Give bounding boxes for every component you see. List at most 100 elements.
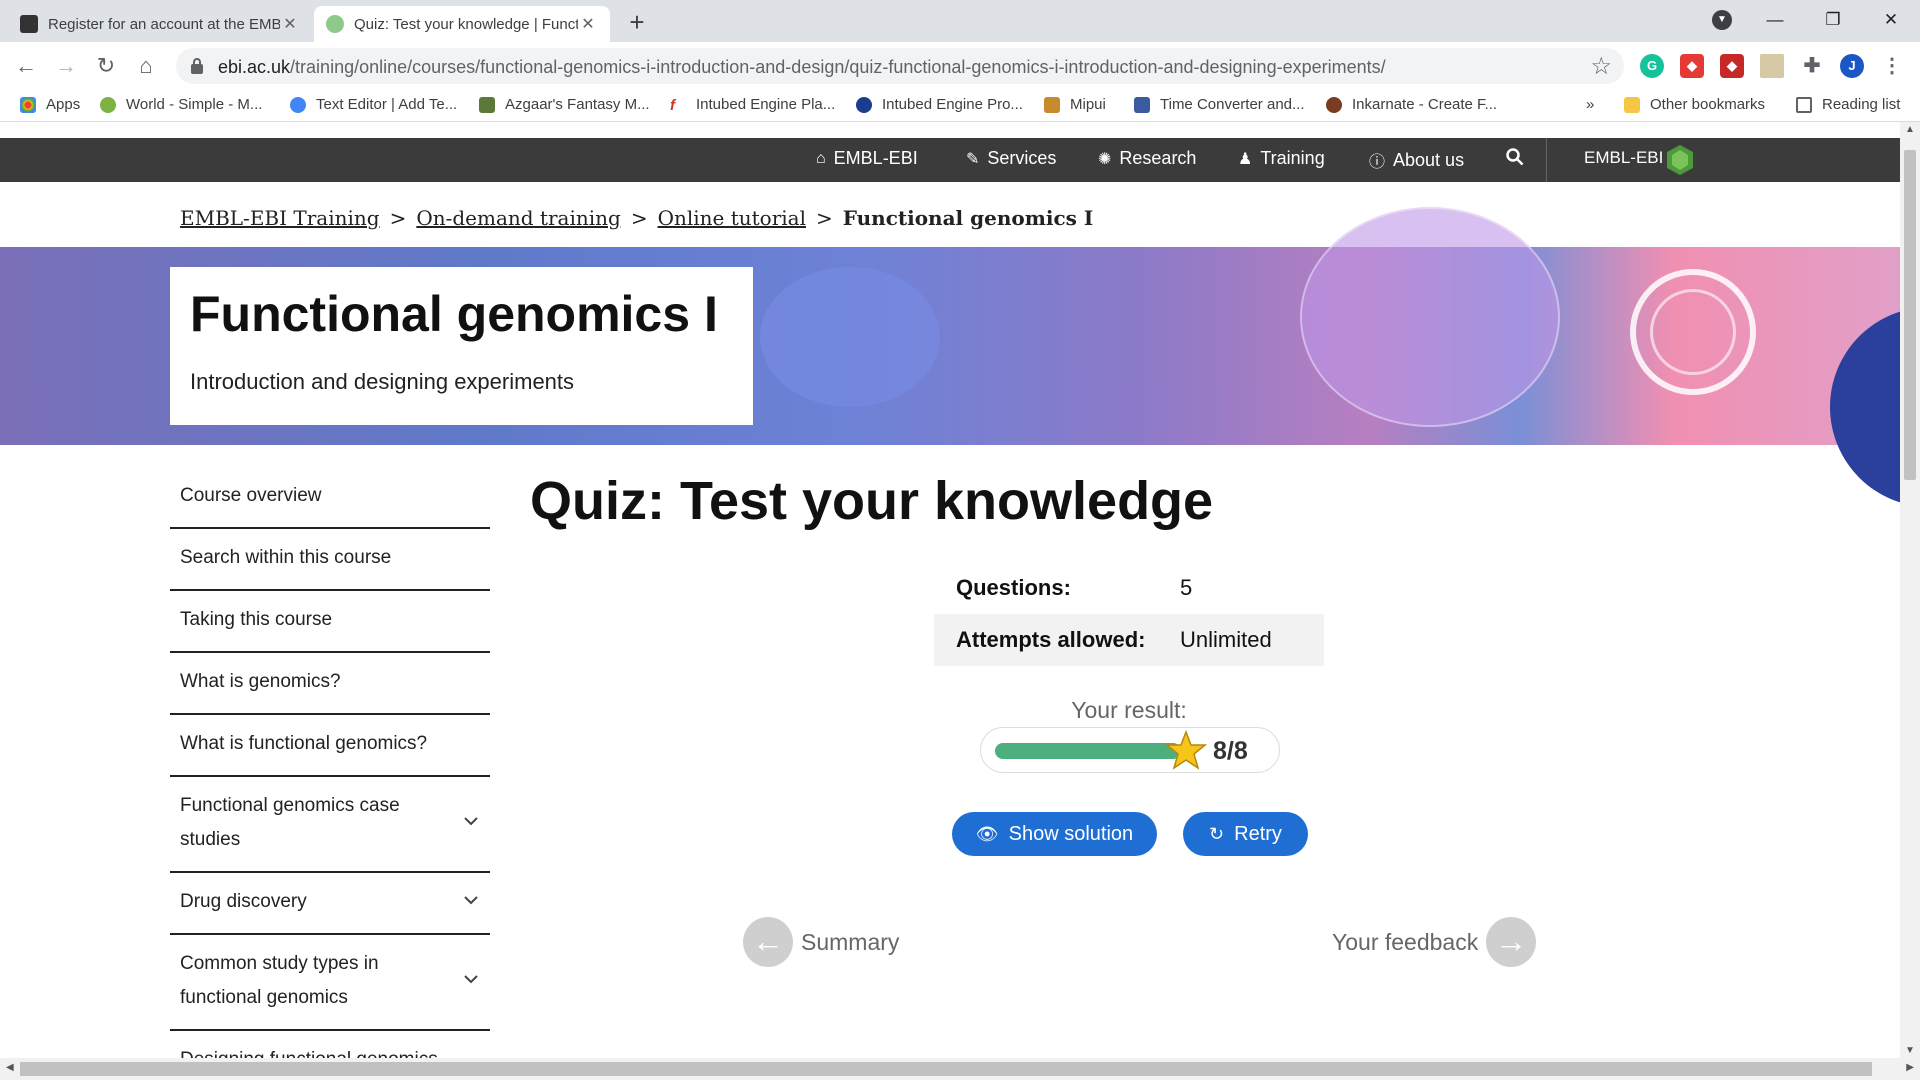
embl-ebi-brand[interactable]: EMBL-EBI <box>1584 148 1663 168</box>
sidebar-item-label: What is functional genomics? <box>180 733 428 754</box>
new-tab-button[interactable]: + <box>622 8 652 38</box>
nav-research[interactable]: ✺ Research <box>1098 148 1196 169</box>
back-arrow-icon[interactable]: ← <box>10 50 42 82</box>
tab-search-icon[interactable]: ▼ <box>1712 10 1732 30</box>
close-tab-icon[interactable]: ✕ <box>578 14 598 34</box>
bookmark-azgaar[interactable]: Azgaar's Fantasy M... <box>479 96 650 113</box>
sidebar-item-label: Functional genomics case studies <box>180 795 400 850</box>
bookmarks-overflow-button[interactable]: » <box>1586 96 1594 113</box>
minimize-button[interactable]: — <box>1752 0 1798 42</box>
page-content: ⌂ EMBL-EBI ✎ Services ✺ Research ♟ Training … <box>0 122 1900 1058</box>
other-bookmarks[interactable]: Other bookmarks <box>1624 96 1765 113</box>
sidebar-item-search[interactable]: Search within this course <box>170 529 490 591</box>
bookmark-mipui[interactable]: Mipui <box>1044 96 1106 113</box>
bookmarks-bar: Apps World - Simple - M... Text Editor |… <box>0 90 1920 122</box>
bookmark-inkarnate[interactable]: Inkarnate - Create F... <box>1326 96 1497 113</box>
scrollbar-thumb[interactable] <box>1904 150 1916 480</box>
scroll-left-icon[interactable]: ◀ <box>6 1062 14 1073</box>
tab-title: Register for an account at the EMBL-EBI <box>48 15 280 33</box>
breadcrumb-link-on-demand[interactable]: On-demand training <box>416 206 620 230</box>
scroll-down-icon[interactable]: ▼ <box>1900 1045 1920 1056</box>
bookmark-label: Intubed Engine Pro... <box>882 96 1023 113</box>
bookmark-intubed-pla[interactable]: f Intubed Engine Pla... <box>670 96 835 114</box>
bookmark-label: Other bookmarks <box>1650 96 1766 113</box>
sidebar-item-what-is-functional-genomics[interactable]: What is functional genomics? <box>170 715 490 777</box>
restore-button[interactable]: ❐ <box>1810 0 1856 42</box>
bookmark-apps[interactable]: Apps <box>20 96 80 113</box>
sidebar-item-label: Drug discovery <box>180 891 307 912</box>
sidebar-item-taking-course[interactable]: Taking this course <box>170 591 490 653</box>
address-bar[interactable]: ebi.ac.uk/training/online/courses/functi… <box>176 48 1624 84</box>
attempts-label: Attempts allowed: <box>956 627 1146 652</box>
bookmark-text-editor[interactable]: Text Editor | Add Te... <box>290 96 457 113</box>
retry-icon: ↻ <box>1209 823 1225 844</box>
sidebar-item-label: What is genomics? <box>180 671 341 692</box>
star-icon <box>1165 730 1207 770</box>
sidebar-item-label: Taking this course <box>180 609 333 630</box>
hero-decoration <box>1830 307 1900 507</box>
bookmark-label: World - Simple - M... <box>126 96 263 113</box>
profile-avatar[interactable]: J <box>1840 54 1864 78</box>
sidebar-item-course-overview[interactable]: Course overview <box>170 467 490 529</box>
bookmark-time-converter[interactable]: Time Converter and... <box>1134 96 1305 113</box>
grammarly-icon[interactable]: G <box>1640 54 1664 78</box>
scrollbar-thumb[interactable] <box>20 1062 1872 1076</box>
chevron-down-icon[interactable] <box>464 893 478 907</box>
training-icon: ♟ <box>1238 150 1253 168</box>
breadcrumb: EMBL-EBI Training > On-demand training > Onl… <box>180 206 1093 230</box>
bookmark-label: Reading list <box>1822 96 1901 113</box>
ublock-icon[interactable]: ◆ <box>1720 54 1744 78</box>
breadcrumb-separator: > <box>630 206 648 230</box>
show-solution-button[interactable]: 👁 Show solution <box>952 812 1157 856</box>
reading-list[interactable]: Reading list <box>1796 96 1900 113</box>
text-editor-icon <box>290 96 306 113</box>
home-icon[interactable]: ⌂ <box>130 50 162 82</box>
forward-arrow-icon[interactable]: → <box>50 50 82 82</box>
sidebar-item-drug-discovery[interactable]: Drug discovery <box>170 873 490 935</box>
reload-icon[interactable]: ↻ <box>90 50 122 82</box>
vertical-scrollbar[interactable]: ▲ ▼ <box>1900 122 1920 1058</box>
info-icon: ⓘ <box>1369 154 1386 171</box>
bookmark-world-simple[interactable]: World - Simple - M... <box>100 96 262 113</box>
nav-services[interactable]: ✎ Services <box>966 148 1056 169</box>
breadcrumb-link-online-tutorial[interactable]: Online tutorial <box>658 206 806 230</box>
page-title: Quiz: Test your knowledge <box>530 471 1214 531</box>
close-tab-icon[interactable]: ✕ <box>280 14 300 34</box>
sidebar-item-what-is-genomics[interactable]: What is genomics? <box>170 653 490 715</box>
extensions-puzzle-icon[interactable]: ✚ <box>1800 54 1824 78</box>
quiz-info-table: Questions: 5 Attempts allowed: Unlimited <box>934 562 1324 666</box>
scroll-up-icon[interactable]: ▲ <box>1900 124 1920 135</box>
attempts-value: Unlimited <box>1180 627 1272 652</box>
notes-extension-icon[interactable] <box>1760 54 1784 78</box>
tab-quiz[interactable]: Quiz: Test your knowledge | Functional g… <box>314 6 610 42</box>
search-icon[interactable] <box>1506 148 1524 166</box>
tab-register[interactable]: Register for an account at the EMBL-EBI … <box>8 6 312 42</box>
score-value: 8/8 <box>1213 737 1248 765</box>
horizontal-scrollbar[interactable]: ◀ ▶ <box>0 1058 1920 1080</box>
tab-title: Quiz: Test your knowledge | Functional g… <box>354 15 578 33</box>
nav-home[interactable]: ⌂ EMBL-EBI <box>816 148 918 169</box>
nav-about[interactable]: ⓘ About us <box>1369 148 1464 172</box>
lock-icon <box>191 58 203 74</box>
chevron-down-icon[interactable] <box>464 972 478 986</box>
menu-kebab-icon[interactable]: ⋮ <box>1880 54 1904 78</box>
chevron-down-icon[interactable] <box>464 814 478 828</box>
bookmark-star-icon[interactable]: ☆ <box>1590 52 1612 81</box>
result-label: Your result: <box>1071 697 1187 723</box>
nav-training[interactable]: ♟ Training <box>1238 148 1325 169</box>
hero-banner: Functional genomics I Introduction and d… <box>0 207 1900 507</box>
close-window-button[interactable]: ✕ <box>1868 0 1914 42</box>
scroll-right-icon[interactable]: ▶ <box>1906 1062 1914 1073</box>
breadcrumb-link-training[interactable]: EMBL-EBI Training <box>180 206 380 230</box>
bookmark-label: Mipui <box>1070 96 1106 113</box>
sidebar-item-common-study-types[interactable]: Common study types in functional genomic… <box>170 935 490 1031</box>
previous-page-link[interactable]: ← Summary <box>743 917 899 967</box>
browser-toolbar: ← → ↻ ⌂ ebi.ac.uk/training/online/course… <box>0 42 1920 90</box>
retry-button[interactable]: ↻ Retry <box>1183 812 1308 856</box>
sidebar-item-case-studies[interactable]: Functional genomics case studies <box>170 777 490 873</box>
sidebar-item-designing-experiments[interactable]: Designing functional genomics experiment… <box>170 1031 490 1058</box>
shield-extension-icon[interactable]: ◆ <box>1680 54 1704 78</box>
bookmark-intubed-pro[interactable]: Intubed Engine Pro... <box>856 96 1023 113</box>
next-page-link[interactable]: Your feedback → <box>1332 917 1537 967</box>
home-icon: ⌂ <box>816 149 826 167</box>
